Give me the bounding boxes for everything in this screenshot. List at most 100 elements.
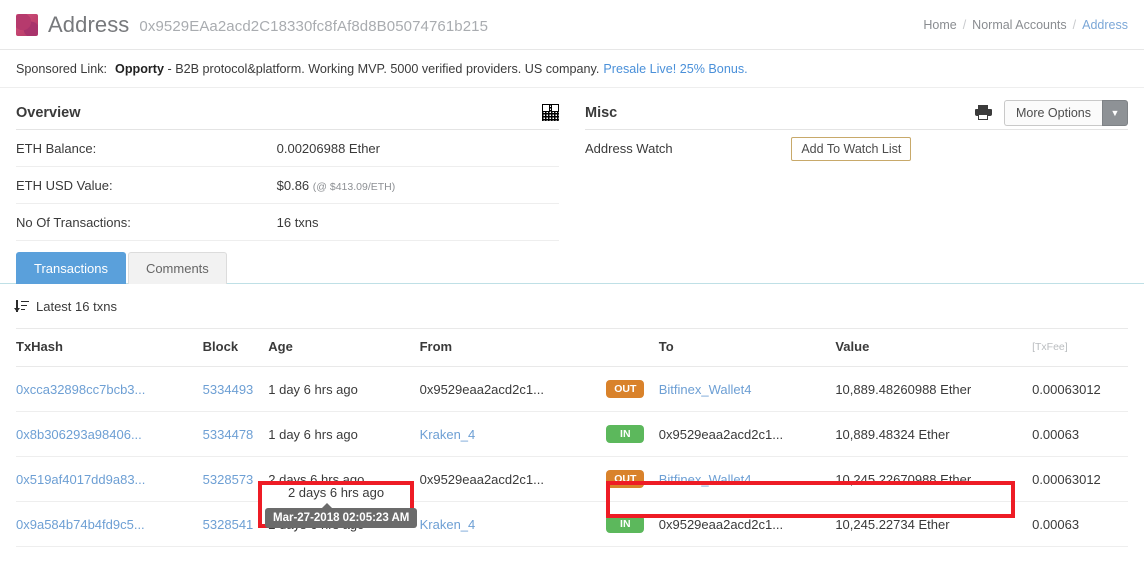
table-row: 0x9a584b74b4fd9c5... 5328541 2 days 6 hr… — [16, 501, 1128, 547]
table-row: 0x8b306293a98406... 5334478 1 day 6 hrs … — [16, 411, 1128, 457]
highlighted-age-text: 2 days 6 hrs ago — [287, 485, 385, 500]
breadcrumb-home[interactable]: Home — [923, 18, 956, 32]
eth-balance-value: 0.00206988 Ether — [276, 140, 380, 156]
txhash-link[interactable]: 0x9a584b74b4fd9c5... — [16, 517, 145, 532]
value-cell: 10,889.48324 Ether — [835, 411, 1033, 457]
printer-icon[interactable] — [974, 105, 992, 120]
col-block[interactable]: Block — [202, 328, 269, 367]
fee-cell: 0.00063012 — [1032, 366, 1128, 412]
tx-count-value: 16 txns — [276, 214, 319, 230]
misc-panel: Misc More Options ▼ Address Watch Add To… — [585, 96, 1128, 241]
to-cell: 0x9529eaa2acd2c1... — [658, 411, 836, 457]
identicon-icon — [16, 13, 38, 36]
to-cell: 0x9529eaa2acd2c1... — [658, 501, 836, 547]
value-cell: 10,245.22670988 Ether — [835, 456, 1033, 502]
age-cell: 1 day 6 hrs ago — [268, 411, 420, 457]
fee-cell: 0.00063 — [1032, 411, 1128, 457]
table-row: 0x519af4017dd9a83... 5328573 2 days 6 hr… — [16, 456, 1128, 502]
col-txfee: [TxFee] — [1032, 328, 1128, 367]
latest-txns-bar: Latest 16 txns — [14, 284, 1128, 328]
from-link[interactable]: Kraken_4 — [420, 517, 476, 532]
transactions-table: TxHash Block Age From To Value [TxFee] 0… — [16, 328, 1128, 547]
eth-usd-label: ETH USD Value: — [16, 177, 113, 193]
col-to[interactable]: To — [658, 328, 836, 367]
value-cell: 10,889.48260988 Ether — [835, 366, 1033, 412]
add-to-watch-list-button[interactable]: Add To Watch List — [791, 136, 912, 161]
eth-usd-value-row: ETH USD Value: $0.86 (@ $413.09/ETH) — [16, 167, 559, 204]
sponsored-promo-link[interactable]: Presale Live! 25% Bonus. — [603, 62, 747, 76]
block-link[interactable]: 5328573 — [203, 472, 254, 487]
txhash-link[interactable]: 0xcca32898cc7bcb3... — [16, 382, 145, 397]
breadcrumb-separator: / — [962, 17, 967, 32]
tabs: Transactions Comments — [16, 251, 1128, 284]
page-header: Address 0x9529EAa2acd2C18330fc8fAf8d8B05… — [0, 0, 1144, 50]
breadcrumb: Home / Normal Accounts / Address — [923, 18, 1128, 32]
direction-badge: IN — [606, 425, 645, 443]
overview-title: Overview — [16, 104, 81, 121]
txhash-link[interactable]: 0x519af4017dd9a83... — [16, 472, 145, 487]
overview-header: Overview — [16, 96, 559, 130]
from-cell: 0x9529eaa2acd2c1... — [419, 366, 607, 412]
col-txhash[interactable]: TxHash — [16, 328, 203, 367]
eth-usd-amount: $0.86 — [276, 177, 310, 193]
panels: Overview ETH Balance: 0.00206988 Ether E… — [0, 88, 1144, 241]
sponsored-brand[interactable]: Opporty — [115, 62, 164, 76]
age-cell: 1 day 6 hrs ago — [268, 366, 420, 412]
tab-comments[interactable]: Comments — [127, 252, 227, 284]
qr-code-icon[interactable] — [542, 104, 559, 121]
eth-balance-row: ETH Balance: 0.00206988 Ether — [16, 130, 559, 167]
page-title: Address — [48, 11, 130, 37]
col-age[interactable]: Age — [268, 328, 420, 367]
breadcrumb-normal-accounts[interactable]: Normal Accounts — [972, 18, 1066, 32]
breadcrumb-separator: / — [1072, 17, 1077, 32]
address-watch-row: Address Watch Add To Watch List — [585, 130, 1128, 167]
fee-cell: 0.00063012 — [1032, 456, 1128, 502]
col-value[interactable]: Value — [835, 328, 1033, 367]
sort-descending-icon[interactable] — [14, 299, 29, 313]
address-value: 0x9529EAa2acd2C18330fc8fAf8d8B05074761b2… — [139, 18, 489, 35]
misc-header: Misc More Options ▼ — [585, 96, 1128, 130]
tab-transactions[interactable]: Transactions — [16, 252, 126, 284]
col-from[interactable]: From — [419, 328, 607, 367]
block-link[interactable]: 5334493 — [203, 382, 254, 397]
breadcrumb-address[interactable]: Address — [1082, 18, 1128, 32]
latest-txns-label: Latest 16 txns — [36, 298, 117, 314]
tabs-bar: Transactions Comments — [0, 251, 1144, 284]
tx-count-row: No Of Transactions: 16 txns — [16, 204, 559, 241]
to-link[interactable]: Bitfinex_Wallet4 — [659, 472, 752, 487]
from-cell: 0x9529eaa2acd2c1... — [419, 456, 607, 502]
table-header-row: TxHash Block Age From To Value [TxFee] — [16, 328, 1128, 367]
col-direction — [606, 328, 659, 367]
from-link[interactable]: Kraken_4 — [420, 427, 476, 442]
direction-badge: IN — [606, 515, 645, 533]
sponsored-label: Sponsored Link: — [16, 61, 108, 76]
transactions-area: Latest 16 txns TxHash Block Age From To … — [0, 284, 1144, 547]
eth-balance-label: ETH Balance: — [16, 140, 97, 156]
txhash-link[interactable]: 0x8b306293a98406... — [16, 427, 142, 442]
table-head: TxHash Block Age From To Value [TxFee] — [16, 328, 1128, 367]
chevron-down-icon[interactable]: ▼ — [1102, 99, 1128, 126]
to-link[interactable]: Bitfinex_Wallet4 — [659, 382, 752, 397]
tooltip-caret-icon — [321, 503, 333, 509]
overview-panel: Overview ETH Balance: 0.00206988 Ether E… — [16, 96, 559, 241]
fee-cell: 0.00063 — [1032, 501, 1128, 547]
tooltip-text: Mar-27-2018 02:05:23 AM — [273, 512, 410, 524]
address-page: Address 0x9529EAa2acd2C18330fc8fAf8d8B05… — [0, 0, 1144, 562]
eth-usd-rate: (@ $413.09/ETH) — [312, 180, 396, 193]
block-link[interactable]: 5328541 — [203, 517, 254, 532]
eth-usd-value: $0.86 (@ $413.09/ETH) — [277, 178, 559, 193]
misc-title: Misc — [585, 104, 618, 121]
sponsored-body: - B2B protocol&platform. Working MVP. 50… — [167, 61, 600, 76]
block-link[interactable]: 5334478 — [203, 427, 254, 442]
tx-count-label: No Of Transactions: — [16, 214, 131, 230]
direction-badge: OUT — [606, 380, 645, 398]
address-watch-label: Address Watch — [585, 141, 673, 156]
age-tooltip: Mar-27-2018 02:05:23 AM — [265, 503, 418, 528]
value-cell: 10,245.22734 Ether — [835, 501, 1033, 547]
direction-badge: OUT — [606, 470, 645, 488]
table-body: 0xcca32898cc7bcb3... 5334493 1 day 6 hrs… — [16, 366, 1128, 547]
more-options-group[interactable]: More Options ▼ — [1003, 99, 1128, 126]
more-options-button[interactable]: More Options — [1003, 99, 1102, 126]
table-row: 0xcca32898cc7bcb3... 5334493 1 day 6 hrs… — [16, 366, 1128, 412]
sponsored-link-bar: Sponsored Link: Opporty - B2B protocol&p… — [0, 50, 1144, 88]
